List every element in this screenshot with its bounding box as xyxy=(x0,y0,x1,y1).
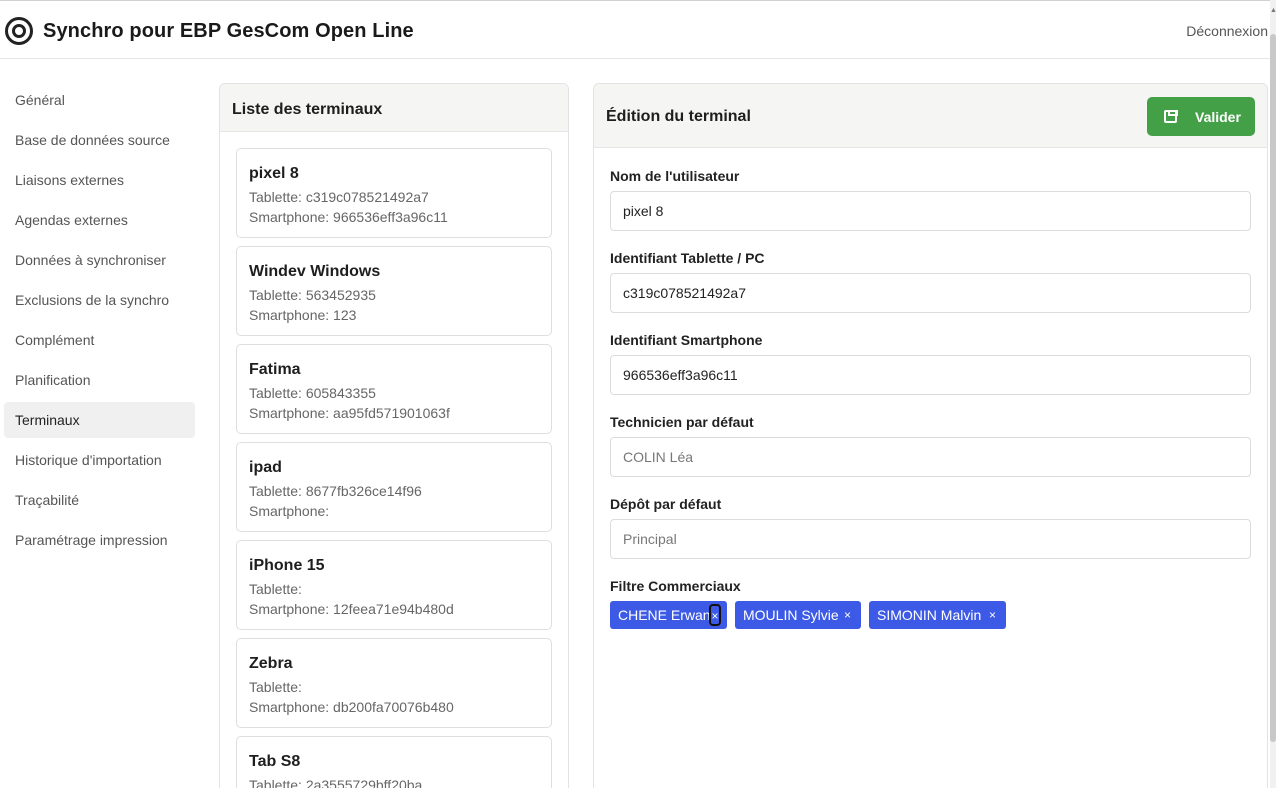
terminal-name: pixel 8 xyxy=(249,165,299,182)
top-bar: Synchro pour EBP GesCom Open Line Déconn… xyxy=(0,0,1270,59)
terminal-phone-id: Smartphone: 966536eff3a96c11 xyxy=(249,209,448,225)
terminal-name: Windev Windows xyxy=(249,263,381,280)
terminal-card[interactable]: pixel 8 Tablette: c319c078521492a7 Smart… xyxy=(236,148,552,238)
terminal-list-panel: Liste des terminaux pixel 8 Tablette: c3… xyxy=(219,83,569,788)
terminal-phone-id: Smartphone: 12feea71e94b480d xyxy=(249,601,454,617)
sales-chip: MOULIN Sylvie × xyxy=(735,601,861,629)
terminal-tablet-id: Tablette: 605843355 xyxy=(249,385,376,401)
sales-chip: CHENE Erwan × xyxy=(610,601,727,629)
app-title: Synchro pour EBP GesCom Open Line xyxy=(43,20,414,42)
sidebar-item-data-to-sync[interactable]: Données à synchroniser xyxy=(4,242,195,278)
sales-chip-label: MOULIN Sylvie xyxy=(743,607,839,623)
default-depot-select[interactable] xyxy=(610,519,1251,559)
sales-chip: SIMONIN Malvin × xyxy=(869,601,1006,629)
terminal-tablet-id: Tablette: c319c078521492a7 xyxy=(249,189,429,205)
terminal-edit-panel: Édition du terminal Valider Nom de l'uti… xyxy=(593,83,1268,788)
terminal-tablet-id: Tablette: 563452935 xyxy=(249,287,376,303)
sidebar-item-planning[interactable]: Planification xyxy=(4,362,195,398)
terminal-card[interactable]: Zebra Tablette: Smartphone: db200fa70076… xyxy=(236,638,552,728)
default-depot-label: Dépôt par défaut xyxy=(610,496,722,512)
username-input[interactable] xyxy=(610,191,1251,231)
terminal-tablet-id: Tablette: xyxy=(249,581,302,597)
sales-chip-label: SIMONIN Malvin xyxy=(877,607,982,623)
terminal-tablet-id: Tablette: 2a3555729bff20ba xyxy=(249,777,423,788)
terminal-phone-id: Smartphone: aa95fd571901063f xyxy=(249,405,450,421)
username-label: Nom de l'utilisateur xyxy=(610,168,740,184)
terminal-list-title: Liste des terminaux xyxy=(220,84,568,132)
terminal-name: Fatima xyxy=(249,361,301,378)
default-technician-label: Technicien par défaut xyxy=(610,414,754,430)
remove-chip-icon[interactable]: × xyxy=(989,601,996,629)
sidebar-item-print-settings[interactable]: Paramétrage impression xyxy=(4,522,195,558)
terminal-tablet-id: Tablette: 8677fb326ce14f96 xyxy=(249,483,422,499)
terminal-phone-id: Smartphone: 123 xyxy=(249,307,357,323)
save-icon xyxy=(1164,110,1178,123)
remove-chip-icon[interactable]: × xyxy=(709,604,721,626)
terminal-phone-id: Smartphone: db200fa70076b480 xyxy=(249,699,454,715)
terminal-name: Tab S8 xyxy=(249,753,301,770)
remove-chip-icon[interactable]: × xyxy=(844,601,851,629)
tablet-id-label: Identifiant Tablette / PC xyxy=(610,250,765,266)
terminal-card[interactable]: Tab S8 Tablette: 2a3555729bff20ba xyxy=(236,736,552,788)
phone-id-label: Identifiant Smartphone xyxy=(610,332,763,348)
terminal-name: ipad xyxy=(249,459,282,476)
default-technician-select[interactable] xyxy=(610,437,1251,477)
sales-filter-label: Filtre Commerciaux xyxy=(610,578,741,594)
sidebar-item-external-calendars[interactable]: Agendas externes xyxy=(4,202,195,238)
terminal-card[interactable]: iPhone 15 Tablette: Smartphone: 12feea71… xyxy=(236,540,552,630)
terminal-card[interactable]: ipad Tablette: 8677fb326ce14f96 Smartpho… xyxy=(236,442,552,532)
tablet-id-input[interactable] xyxy=(610,273,1251,313)
terminal-tablet-id: Tablette: xyxy=(249,679,302,695)
phone-id-input[interactable] xyxy=(610,355,1251,395)
terminal-edit-title: Édition du terminal xyxy=(606,108,751,125)
sidebar-nav: Général Base de données source Liaisons … xyxy=(4,82,195,562)
terminal-name: Zebra xyxy=(249,655,293,672)
terminal-card[interactable]: Windev Windows Tablette: 563452935 Smart… xyxy=(236,246,552,336)
page-scrollbar[interactable]: ▲ xyxy=(1270,0,1276,788)
sidebar-item-external-links[interactable]: Liaisons externes xyxy=(4,162,195,198)
validate-button[interactable]: Valider xyxy=(1147,97,1255,136)
terminal-card[interactable]: Fatima Tablette: 605843355 Smartphone: a… xyxy=(236,344,552,434)
sidebar-item-import-history[interactable]: Historique d'importation xyxy=(4,442,195,478)
sidebar-item-general[interactable]: Général xyxy=(4,82,195,118)
scroll-up-icon[interactable]: ▲ xyxy=(1270,6,1276,16)
validate-button-label: Valider xyxy=(1195,109,1241,125)
sidebar-item-source-database[interactable]: Base de données source xyxy=(4,122,195,158)
scrollbar-thumb[interactable] xyxy=(1270,34,1276,742)
logout-link[interactable]: Déconnexion xyxy=(1186,23,1268,39)
sidebar-item-terminals[interactable]: Terminaux xyxy=(4,402,195,438)
app-logo-icon xyxy=(5,17,33,45)
sidebar-item-complement[interactable]: Complément xyxy=(4,322,195,358)
sidebar-item-traceability[interactable]: Traçabilité xyxy=(4,482,195,518)
terminal-name: iPhone 15 xyxy=(249,557,325,574)
sales-chip-label: CHENE Erwan xyxy=(618,607,711,623)
terminal-phone-id: Smartphone: xyxy=(249,503,330,519)
sidebar-item-sync-exclusions[interactable]: Exclusions de la synchro xyxy=(4,282,195,318)
terminal-edit-header: Édition du terminal Valider xyxy=(594,84,1267,148)
